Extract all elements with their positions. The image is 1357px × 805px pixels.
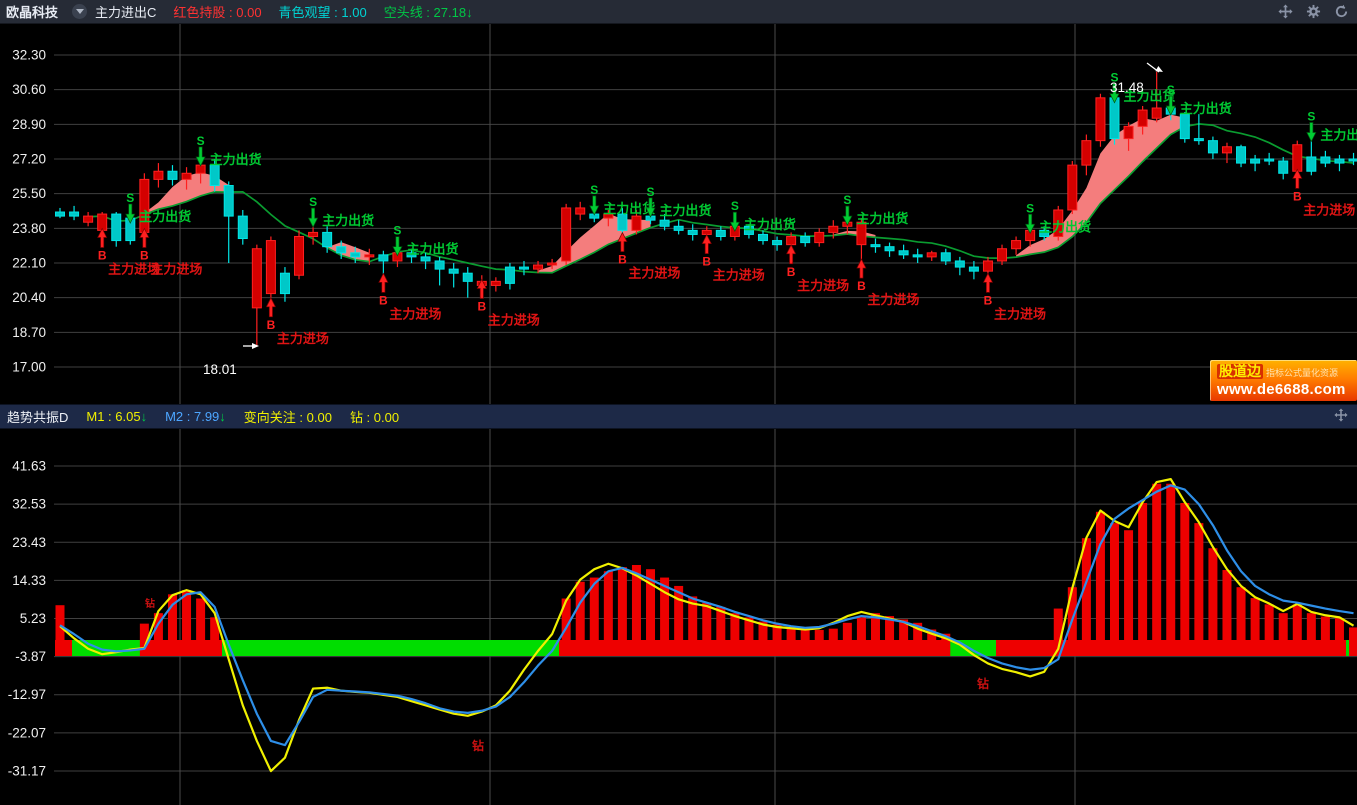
svg-text:23.80: 23.80 bbox=[12, 221, 46, 236]
svg-text:25.50: 25.50 bbox=[12, 186, 46, 201]
svg-text:主力出货: 主力出货 bbox=[322, 213, 374, 228]
toolbar-icons bbox=[1278, 4, 1349, 19]
svg-text:S: S bbox=[197, 134, 205, 148]
svg-text:B: B bbox=[267, 318, 276, 332]
drill-value: 钻 : 0.00 bbox=[350, 407, 399, 426]
svg-text:32.30: 32.30 bbox=[12, 48, 46, 63]
refresh-icon[interactable] bbox=[1334, 4, 1349, 19]
svg-text:22.10: 22.10 bbox=[12, 255, 46, 270]
svg-text:主力进场: 主力进场 bbox=[150, 261, 202, 276]
svg-text:主力出货: 主力出货 bbox=[406, 242, 458, 257]
svg-text:18.70: 18.70 bbox=[12, 325, 46, 340]
svg-text:27.20: 27.20 bbox=[12, 151, 46, 166]
svg-text:S: S bbox=[731, 199, 739, 213]
logo-brand: 股道边 bbox=[1217, 364, 1263, 379]
svg-text:-22.07: -22.07 bbox=[8, 725, 46, 740]
svg-text:主力出货: 主力出货 bbox=[1039, 219, 1091, 234]
svg-text:18.01: 18.01 bbox=[203, 362, 237, 377]
stock-name: 欧晶科技 bbox=[6, 2, 58, 21]
stat-short-line: 空头线 : 27.18↓ bbox=[384, 2, 473, 21]
svg-text:主力出货: 主力出货 bbox=[1320, 127, 1357, 142]
svg-text:B: B bbox=[98, 248, 107, 262]
svg-text:14.33: 14.33 bbox=[12, 573, 46, 588]
svg-text:主力进场: 主力进场 bbox=[488, 312, 540, 327]
svg-text:41.63: 41.63 bbox=[12, 459, 46, 474]
svg-text:32.53: 32.53 bbox=[12, 497, 46, 512]
svg-text:主力进场: 主力进场 bbox=[277, 331, 329, 346]
svg-text:主力进场: 主力进场 bbox=[994, 306, 1046, 321]
svg-text:钻: 钻 bbox=[472, 738, 484, 753]
svg-text:B: B bbox=[477, 299, 486, 313]
svg-text:S: S bbox=[1026, 201, 1034, 215]
svg-text:-3.87: -3.87 bbox=[15, 649, 46, 664]
logo-tagline: 指标公式量化资源 bbox=[1266, 366, 1338, 381]
indicator2-name: 趋势共振D bbox=[7, 407, 68, 426]
svg-text:钻: 钻 bbox=[977, 676, 989, 691]
svg-text:钻: 钻 bbox=[145, 597, 155, 610]
move-icon[interactable] bbox=[1278, 4, 1293, 19]
svg-text:B: B bbox=[702, 255, 711, 269]
stock-app: { "toolbar": { "stock_name": "欧晶科技", "in… bbox=[0, 0, 1357, 805]
svg-text:主力出货: 主力出货 bbox=[856, 211, 908, 226]
svg-text:S: S bbox=[590, 183, 598, 197]
svg-text:B: B bbox=[1293, 189, 1302, 203]
m2-value: M2 : 7.99↓ bbox=[165, 409, 226, 424]
svg-text:B: B bbox=[379, 293, 388, 307]
svg-text:主力出货: 主力出货 bbox=[1180, 101, 1232, 116]
svg-text:S: S bbox=[309, 195, 317, 209]
svg-text:主力出货: 主力出货 bbox=[210, 152, 262, 167]
svg-text:28.90: 28.90 bbox=[12, 117, 46, 132]
indicator-name: 主力进出C bbox=[95, 2, 156, 21]
svg-text:S: S bbox=[843, 193, 851, 207]
svg-text:S: S bbox=[126, 191, 134, 205]
svg-text:主力进场: 主力进场 bbox=[389, 306, 441, 321]
move-icon bbox=[1334, 408, 1348, 422]
svg-text:B: B bbox=[857, 279, 866, 293]
svg-text:S: S bbox=[1307, 109, 1315, 123]
stat-red-holding: 红色持股 : 0.00 bbox=[173, 2, 261, 21]
svg-text:B: B bbox=[618, 253, 627, 267]
svg-text:-12.97: -12.97 bbox=[8, 687, 46, 702]
down-arrow-icon: ↓ bbox=[141, 409, 148, 424]
m1-value: M1 : 6.05↓ bbox=[86, 409, 147, 424]
logo-url: www.de6688.com bbox=[1217, 381, 1357, 398]
chevron-down-icon bbox=[76, 9, 84, 14]
gear-icon[interactable] bbox=[1306, 4, 1321, 19]
watch-value: 变向关注 : 0.00 bbox=[244, 407, 332, 426]
svg-text:S: S bbox=[1167, 83, 1175, 97]
down-arrow-icon: ↓ bbox=[466, 5, 473, 20]
stock-dropdown-button[interactable] bbox=[72, 4, 87, 19]
panel-move-handle[interactable] bbox=[1334, 408, 1348, 425]
watermark-logo: 股道边 指标公式量化资源 www.de6688.com bbox=[1210, 360, 1357, 401]
svg-text:30.60: 30.60 bbox=[12, 82, 46, 97]
svg-text:B: B bbox=[984, 293, 993, 307]
svg-text:主力进场: 主力进场 bbox=[867, 292, 919, 307]
svg-text:主力进场: 主力进场 bbox=[797, 278, 849, 293]
stat-cyan-watch: 青色观望 : 1.00 bbox=[279, 2, 367, 21]
svg-text:-31.17: -31.17 bbox=[8, 763, 46, 778]
svg-text:31.48: 31.48 bbox=[1110, 80, 1144, 95]
svg-text:S: S bbox=[647, 185, 655, 199]
main-chart-canvas[interactable]: 32.30 30.60 28.90 27.20 25.50 23.80 22.10 20.40… bbox=[0, 24, 1357, 404]
indicator-panel-header: 趋势共振D M1 : 6.05↓ M2 : 7.99↓ 变向关注 : 0.00 … bbox=[0, 404, 1357, 429]
svg-text:S: S bbox=[393, 224, 401, 238]
svg-text:主力进场: 主力进场 bbox=[628, 266, 680, 281]
svg-text:主力出货: 主力出货 bbox=[744, 217, 796, 232]
svg-text:5.23: 5.23 bbox=[20, 611, 46, 626]
svg-text:主力进场: 主力进场 bbox=[713, 268, 765, 283]
svg-text:23.43: 23.43 bbox=[12, 535, 46, 550]
down-arrow-icon: ↓ bbox=[219, 409, 226, 424]
svg-text:B: B bbox=[787, 265, 796, 279]
svg-text:主力进场: 主力进场 bbox=[1303, 202, 1355, 217]
svg-text:B: B bbox=[140, 248, 149, 262]
svg-text:20.40: 20.40 bbox=[12, 290, 46, 305]
svg-text:主力出货: 主力出货 bbox=[139, 209, 191, 224]
toolbar: 欧晶科技 主力进出C 红色持股 : 0.00 青色观望 : 1.00 空头线 :… bbox=[0, 0, 1357, 24]
svg-text:17.00: 17.00 bbox=[12, 359, 46, 374]
svg-text:主力出货: 主力出货 bbox=[660, 203, 712, 218]
indicator-chart-canvas[interactable]: 41.63 32.53 23.43 14.33 5.23 -3.87 -12.97 -22.0… bbox=[0, 429, 1357, 805]
